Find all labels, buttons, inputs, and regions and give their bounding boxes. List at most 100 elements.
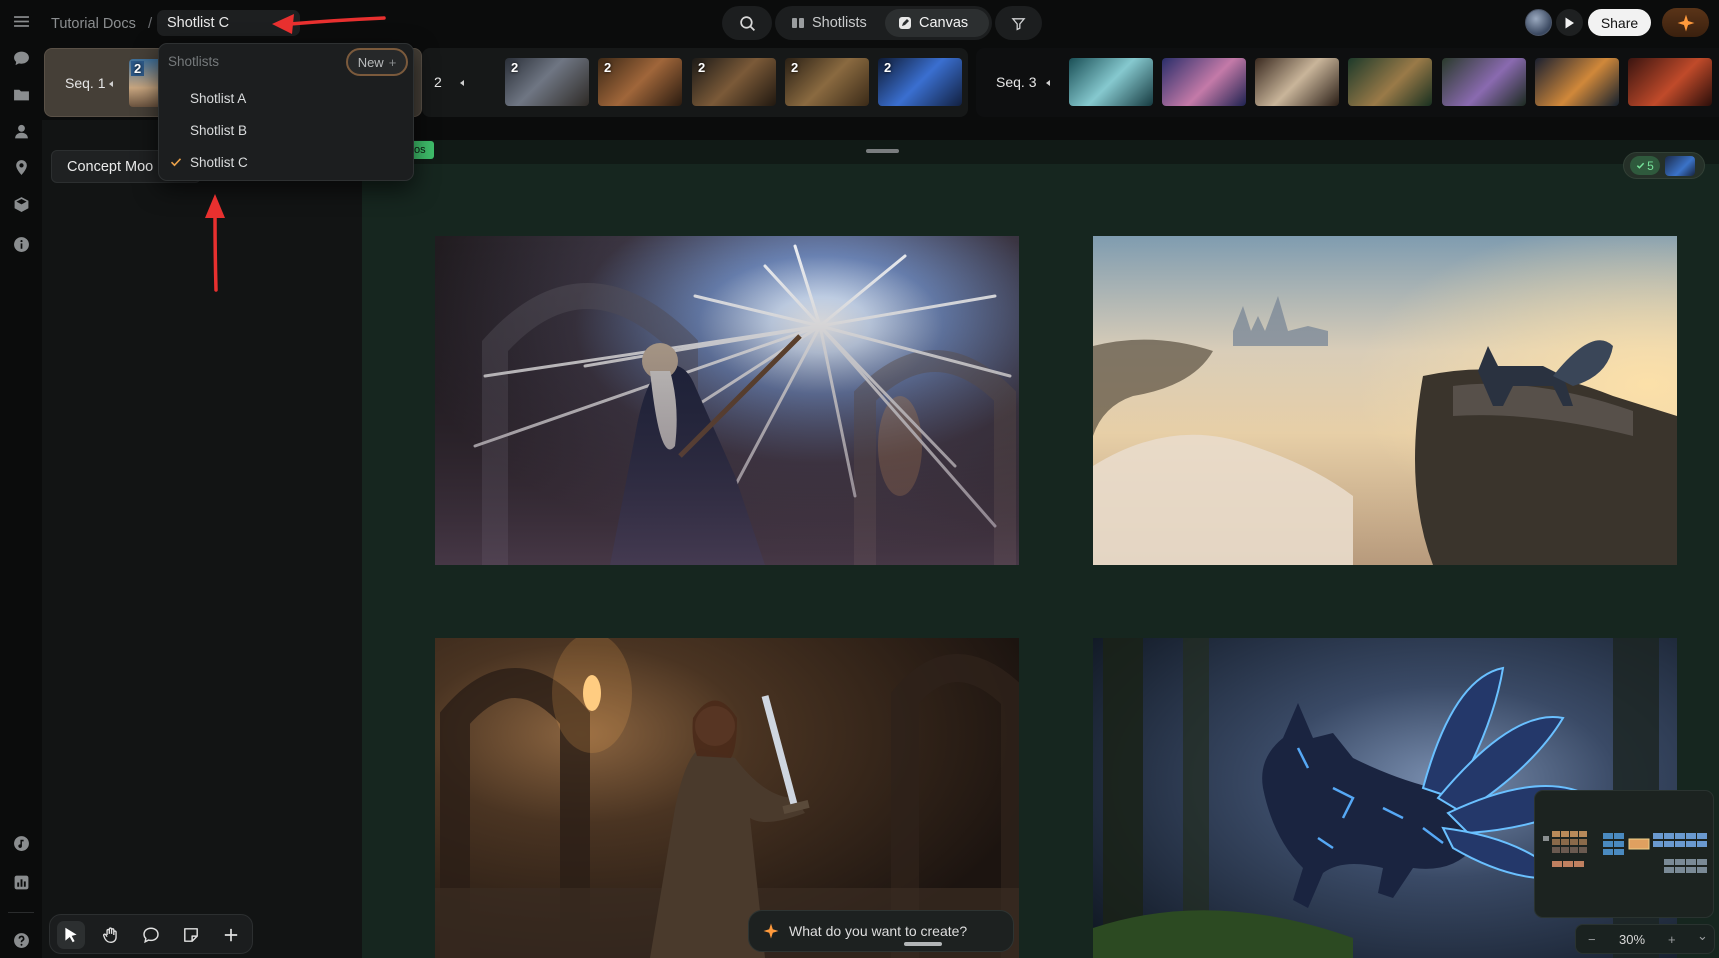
check-icon bbox=[1636, 162, 1645, 169]
top-bar: Tutorial Docs / Shotlist C Shotlists Can… bbox=[42, 0, 1719, 46]
approved-badge[interactable]: 5 bbox=[1623, 152, 1705, 179]
zoom-in-button[interactable]: + bbox=[1668, 932, 1676, 947]
tool-palette bbox=[49, 914, 253, 954]
tab-shotlists[interactable]: Shotlists bbox=[778, 9, 883, 37]
plus-icon bbox=[224, 928, 238, 942]
shotlist-option-label: Shotlist B bbox=[190, 122, 248, 138]
plus-icon: + bbox=[388, 54, 397, 70]
shot-count: 2 bbox=[791, 60, 799, 75]
shot-thumbnail[interactable] bbox=[1628, 58, 1712, 106]
shotlist-dropdown: Shotlists New + Shotlist A Shotlist B Sh… bbox=[158, 43, 414, 181]
shot-thumbnail[interactable]: 2 bbox=[878, 58, 962, 106]
cube-icon[interactable] bbox=[11, 194, 31, 214]
shot-thumbnail[interactable] bbox=[1535, 58, 1619, 106]
shotlist-option-c[interactable]: Shotlist C bbox=[159, 147, 413, 177]
canvas-image-wizard[interactable] bbox=[435, 236, 1019, 565]
caret-left-icon bbox=[109, 81, 113, 87]
breadcrumb-root[interactable]: Tutorial Docs bbox=[51, 16, 136, 32]
menu-icon[interactable] bbox=[11, 11, 31, 31]
shotlist-option-label: Shotlist C bbox=[190, 154, 248, 170]
sticky-note-icon bbox=[184, 928, 198, 942]
user-icon[interactable] bbox=[11, 121, 31, 141]
sparkle-icon bbox=[763, 923, 779, 939]
comment-icon bbox=[143, 927, 159, 944]
add-tool[interactable] bbox=[217, 921, 245, 949]
shot-thumbnail[interactable]: 2 bbox=[505, 58, 589, 106]
pointer-tool[interactable] bbox=[57, 921, 85, 949]
shot-count: 2 bbox=[884, 60, 892, 75]
stats-icon[interactable] bbox=[11, 872, 31, 892]
shotlist-selector-label: Shotlist C bbox=[167, 15, 230, 31]
share-button[interactable]: Share bbox=[1588, 9, 1651, 36]
play-button[interactable] bbox=[1556, 9, 1583, 36]
chat-icon[interactable] bbox=[11, 48, 31, 68]
new-shotlist-button[interactable]: New + bbox=[346, 48, 408, 76]
search-button[interactable] bbox=[722, 6, 772, 40]
music-icon[interactable] bbox=[11, 833, 31, 853]
info-icon[interactable] bbox=[11, 234, 31, 254]
zoom-level[interactable]: 30% bbox=[1619, 932, 1645, 947]
folder-icon[interactable] bbox=[11, 84, 31, 104]
hand-icon bbox=[103, 927, 117, 943]
shot-thumbnail[interactable]: 2 bbox=[785, 58, 869, 106]
shot-count: 2 bbox=[604, 60, 612, 75]
minimap[interactable] bbox=[1534, 790, 1714, 918]
new-shotlist-label: New bbox=[357, 54, 384, 70]
sticky-note-tool[interactable] bbox=[177, 921, 205, 949]
sequence-label: Seq. 3 bbox=[996, 74, 1037, 90]
resize-handle[interactable] bbox=[866, 149, 899, 153]
avatar[interactable] bbox=[1525, 9, 1552, 36]
tab-canvas[interactable]: Canvas bbox=[885, 9, 989, 37]
sequence-card-3[interactable]: Seq. 3 bbox=[976, 48, 1719, 117]
shot-thumbnail[interactable]: 2 bbox=[598, 58, 682, 106]
view-toggle: Shotlists Canvas bbox=[775, 6, 992, 40]
rail-divider bbox=[8, 912, 34, 913]
wizard-image bbox=[435, 236, 1019, 565]
shotlist-option-b[interactable]: Shotlist B bbox=[159, 115, 413, 145]
sequence-label: 2 bbox=[434, 74, 442, 90]
caret-left-icon bbox=[1046, 80, 1050, 86]
shot-count: 2 bbox=[511, 60, 519, 75]
search-icon bbox=[739, 15, 755, 31]
canvas-header bbox=[362, 140, 1719, 164]
play-icon bbox=[1565, 17, 1574, 28]
shotlist-option-label: Shotlist A bbox=[190, 90, 247, 106]
zoom-control: − 30% + ⌄ bbox=[1575, 924, 1715, 954]
dropdown-header: Shotlists bbox=[168, 54, 220, 69]
ai-prompt-input[interactable]: What do you want to create? bbox=[748, 910, 1014, 952]
minimap-preview bbox=[1543, 831, 1707, 873]
pointer-icon bbox=[65, 927, 77, 943]
help-icon[interactable] bbox=[11, 930, 31, 950]
sequence-card-2[interactable]: 2 2 2 2 2 2 + bbox=[422, 48, 987, 117]
zoom-out-button[interactable]: − bbox=[1588, 932, 1596, 947]
shot-count: 2 bbox=[698, 60, 706, 75]
shot-thumbnail[interactable] bbox=[1162, 58, 1246, 106]
approved-count: 5 bbox=[1630, 156, 1660, 175]
prompt-placeholder: What do you want to create? bbox=[789, 923, 968, 939]
shotlist-selector[interactable]: Shotlist C bbox=[157, 10, 300, 36]
prompt-drag-handle[interactable] bbox=[904, 942, 942, 946]
columns-icon bbox=[792, 18, 804, 28]
hand-tool[interactable] bbox=[97, 921, 125, 949]
shotlist-option-a[interactable]: Shotlist A bbox=[159, 83, 413, 113]
ai-assistant-button[interactable] bbox=[1662, 8, 1709, 37]
zoom-menu-chevron[interactable]: ⌄ bbox=[1697, 928, 1708, 944]
chevron-down-icon bbox=[280, 21, 288, 26]
shot-thumbnail[interactable]: 2 bbox=[692, 58, 776, 106]
shot-thumbnail[interactable] bbox=[1348, 58, 1432, 106]
location-icon[interactable] bbox=[11, 157, 31, 177]
filter-icon bbox=[1011, 17, 1026, 31]
shot-thumbnail[interactable] bbox=[1069, 58, 1153, 106]
sequence-label: Seq. 1 bbox=[65, 75, 106, 91]
tab-shotlists-label: Shotlists bbox=[812, 15, 867, 31]
canvas-image-fox-cliff[interactable] bbox=[1093, 236, 1677, 565]
comment-tool[interactable] bbox=[137, 921, 165, 949]
check-icon bbox=[170, 158, 182, 167]
filter-button[interactable] bbox=[995, 6, 1042, 40]
board-tag: os bbox=[412, 141, 434, 159]
app-window: Tutorial Docs / Shotlist C Shotlists Can… bbox=[0, 0, 1719, 958]
sparkle-icon bbox=[1677, 14, 1694, 31]
shot-thumbnail[interactable] bbox=[1442, 58, 1526, 106]
shot-thumbnail[interactable] bbox=[1255, 58, 1339, 106]
badge-thumbnail bbox=[1665, 155, 1695, 176]
